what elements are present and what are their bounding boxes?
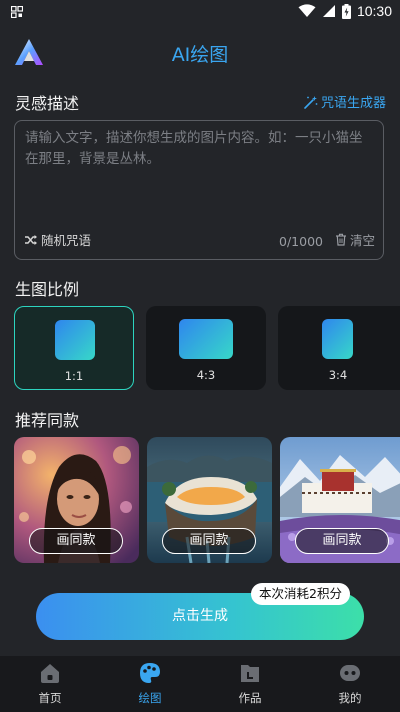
inspiration-title: 灵感描述 <box>15 94 80 113</box>
ratio-label: 3:4 <box>328 368 348 382</box>
ratio-portrait-shape <box>322 319 353 359</box>
spell-generator-link[interactable]: 咒语生成器 <box>304 92 386 111</box>
status-time: 10:30 <box>356 3 392 19</box>
tab-label: 作品 <box>238 691 262 705</box>
magic-wand-icon <box>304 95 318 109</box>
page-title: AI绘图 <box>171 44 229 66</box>
screenshot-icon <box>11 6 23 18</box>
clear-label: 清空 <box>349 233 375 248</box>
draw-same-button[interactable]: 画同款 <box>29 528 123 554</box>
ratio-option-3-4[interactable]: 3:4 <box>278 306 400 390</box>
trash-icon <box>335 233 346 246</box>
recommend-title: 推荐同款 <box>15 411 80 430</box>
clear-button[interactable]: 清空 <box>335 230 375 249</box>
tab-works[interactable]: 作品 <box>210 656 290 712</box>
tab-draw[interactable]: 绘图 <box>110 656 190 712</box>
draw-same-button[interactable]: 画同款 <box>162 528 256 554</box>
recommend-card-house[interactable]: 画同款 <box>147 437 272 563</box>
shuffle-icon <box>25 234 37 245</box>
wifi-icon <box>298 4 316 17</box>
signal-icon <box>322 5 335 17</box>
recommend-card-portrait[interactable]: 画同款 <box>14 437 139 563</box>
ratio-landscape-shape <box>179 319 233 359</box>
ratio-label: 1:1 <box>64 369 84 383</box>
char-counter: 0/1000 <box>279 234 323 249</box>
description-box: 随机咒语 0/1000 清空 <box>14 120 384 260</box>
ratio-title: 生图比例 <box>15 280 80 299</box>
ratio-label: 4:3 <box>196 368 216 382</box>
random-spell-label: 随机咒语 <box>41 233 92 248</box>
ratio-option-1-1[interactable]: 1:1 <box>14 306 134 390</box>
tab-mine[interactable]: 我的 <box>310 656 390 712</box>
profile-icon <box>340 665 360 681</box>
tab-label: 绘图 <box>138 691 162 705</box>
home-icon <box>41 664 59 683</box>
tab-label: 首页 <box>38 691 62 705</box>
recommend-card-palace[interactable]: 画同款 <box>280 437 400 563</box>
app-header: AI绘图 <box>0 30 400 74</box>
spell-generator-label: 咒语生成器 <box>320 96 386 111</box>
ratio-option-4-3[interactable]: 4:3 <box>146 306 266 390</box>
random-spell-button[interactable]: 随机咒语 <box>24 230 91 249</box>
description-input[interactable] <box>15 121 383 221</box>
tab-home[interactable]: 首页 <box>10 656 90 712</box>
draw-same-button[interactable]: 画同款 <box>295 528 389 554</box>
status-bar: 10:30 <box>0 0 400 26</box>
tab-label: 我的 <box>338 691 362 705</box>
bottom-tab-bar: 首页 绘图 作品 我的 <box>0 656 400 712</box>
ratio-square-shape <box>55 320 95 360</box>
palette-icon <box>140 663 160 683</box>
folder-icon <box>241 665 259 682</box>
cost-badge: 本次消耗2积分 <box>251 583 350 605</box>
battery-icon <box>341 3 351 19</box>
